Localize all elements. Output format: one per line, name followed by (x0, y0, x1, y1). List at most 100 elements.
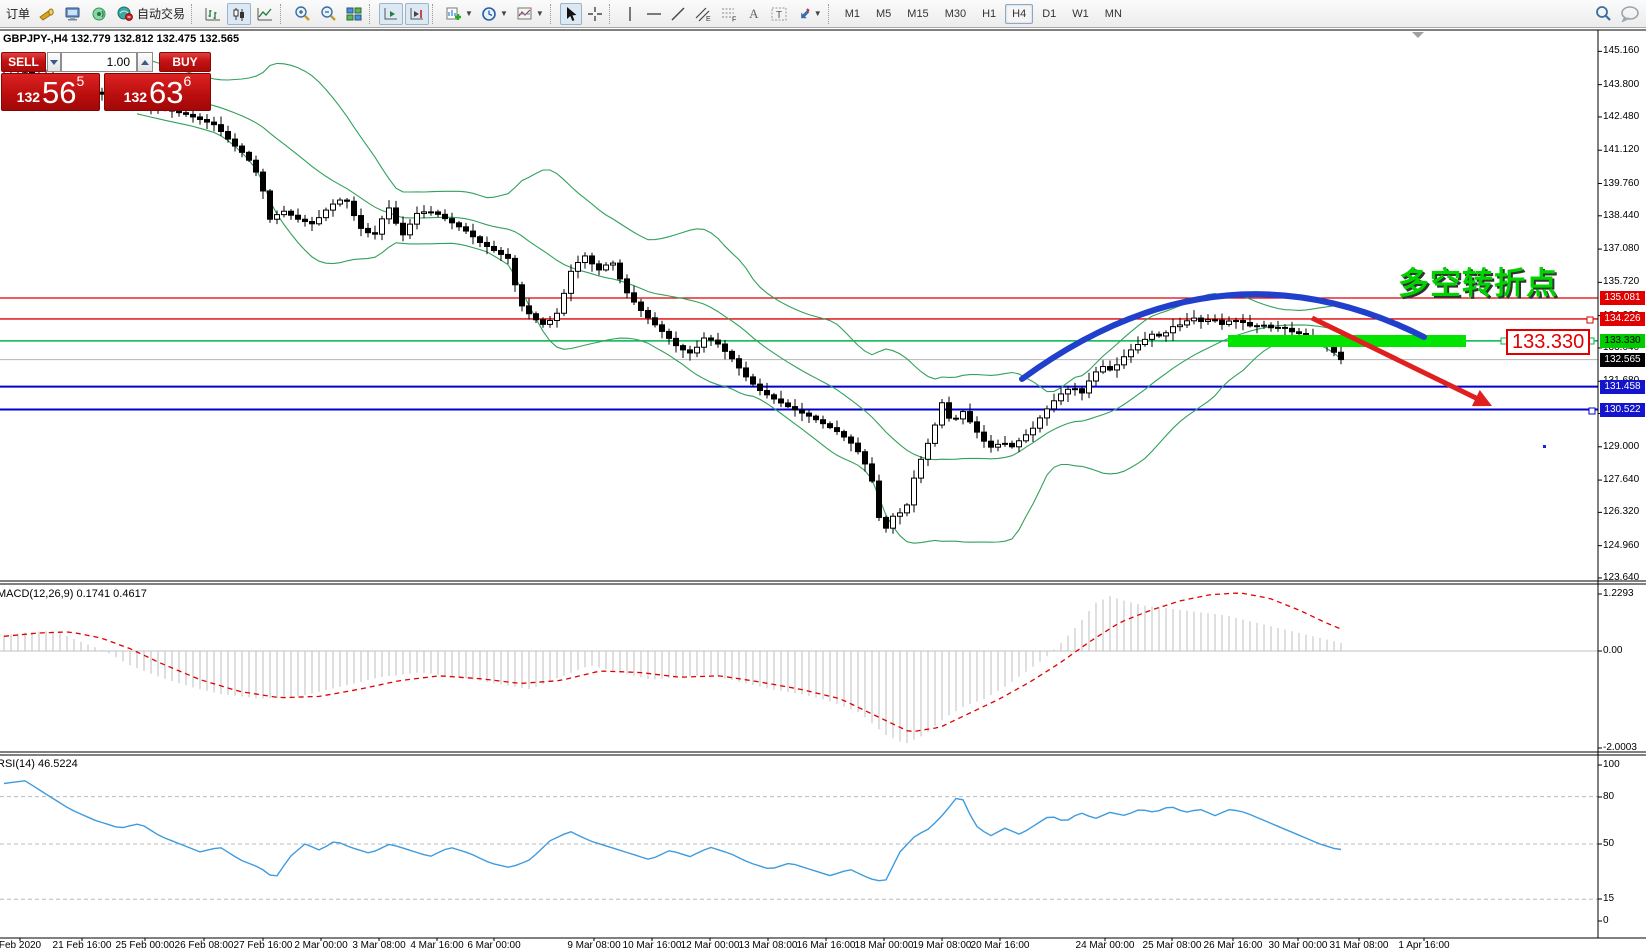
timeframe-h4-button[interactable]: H4 (1005, 4, 1033, 24)
templates-button[interactable]: ▼ (513, 3, 547, 25)
cursor-button[interactable] (560, 3, 582, 25)
time-tick-label: 16 Mar 16:00 (797, 940, 856, 951)
timeframe-w1-button[interactable]: W1 (1065, 4, 1096, 24)
rsi-tick-label: 80 (1603, 791, 1614, 802)
fibonacci-tool-button[interactable]: F (717, 3, 741, 25)
price-badge: 133.330 (1600, 334, 1645, 348)
dropdown-caret-icon: ▼ (536, 9, 544, 18)
crosshair-button[interactable] (584, 3, 606, 25)
horizontal-line-tool-button[interactable] (643, 3, 665, 25)
sell-button[interactable]: SELL (1, 52, 46, 72)
timeframe-d1-button[interactable]: D1 (1035, 4, 1063, 24)
chart-shift-button[interactable] (405, 3, 429, 25)
time-tick-label: 3 Mar 08:00 (352, 940, 405, 951)
time-tick-label: 24 Mar 00:00 (1076, 940, 1135, 951)
rsi-tick-label: 100 (1603, 759, 1620, 770)
volume-input[interactable] (61, 52, 137, 72)
timeframe-mn-button[interactable]: MN (1098, 4, 1129, 24)
mt4-window: 订单 自动交易 (0, 0, 1646, 950)
chevron-down-icon[interactable] (1412, 32, 1424, 38)
toolbar-separator (369, 4, 376, 24)
new-order-button[interactable]: 订单 (3, 3, 33, 25)
timeframe-h1-button[interactable]: H1 (975, 4, 1003, 24)
arrows-tool-button[interactable]: ▼ (793, 3, 825, 25)
timeframe-m1-button[interactable]: M1 (838, 4, 867, 24)
template-icon (516, 6, 534, 22)
dropdown-caret-icon: ▼ (465, 9, 473, 18)
time-tick-label: Feb 2020 (0, 940, 41, 951)
time-tick-label: 31 Mar 08:00 (1330, 940, 1389, 951)
price-badge: 131.458 (1600, 380, 1645, 394)
price-tag-label[interactable]: 133.330 (1506, 329, 1590, 355)
metaeditor-button[interactable] (61, 3, 85, 25)
chart-canvas[interactable] (0, 0, 1646, 950)
time-tick-label: 21 Feb 16:00 (53, 940, 112, 951)
timeframe-m30-button[interactable]: M30 (938, 4, 973, 24)
buy-price-button[interactable]: 132636 (104, 73, 211, 111)
toolbar-separator (280, 4, 287, 24)
svg-text:F: F (732, 16, 736, 22)
time-tick-label: 12 Mar 00:00 (681, 940, 740, 951)
periods-button[interactable]: ▼ (478, 3, 511, 25)
macd-indicator-label: MACD(12,26,9) 0.1741 0.4617 (0, 588, 147, 600)
volume-increase-button[interactable] (137, 52, 153, 72)
auto-trading-icon (116, 6, 134, 22)
fibonacci-icon: F (720, 6, 738, 22)
volume-decrease-button[interactable] (47, 52, 61, 72)
chat-button[interactable] (1617, 3, 1643, 25)
time-tick-label: 26 Mar 16:00 (1204, 940, 1263, 951)
sell-price-button[interactable]: 132565 (1, 73, 100, 111)
rsi-tick-label: 0 (1603, 915, 1609, 926)
time-tick-label: 4 Mar 16:00 (410, 940, 463, 951)
bar-chart-mode-button[interactable] (201, 3, 225, 25)
chart-shift-icon (408, 6, 426, 22)
clock-icon (481, 6, 498, 22)
price-tick-label: 142.480 (1603, 111, 1639, 122)
auto-scroll-button[interactable] (379, 3, 403, 25)
timeframe-m5-button[interactable]: M5 (869, 4, 898, 24)
auto-scroll-icon (382, 6, 400, 22)
trendline-tool-button[interactable] (667, 3, 689, 25)
time-tick-label: 25 Feb 00:00 (116, 940, 175, 951)
svg-text:E: E (706, 16, 711, 22)
macd-tick-label: 0.00 (1603, 645, 1622, 656)
auto-trading-button[interactable]: 自动交易 (113, 3, 188, 25)
candlestick-mode-button[interactable] (227, 3, 251, 25)
buy-price-big: 63 (149, 79, 183, 107)
bar-chart-icon (204, 6, 222, 22)
buy-button[interactable]: BUY (159, 52, 211, 72)
text-label-icon: T (770, 6, 788, 22)
price-tick-label: 126.320 (1603, 506, 1639, 517)
megaphone-button[interactable] (35, 3, 59, 25)
time-tick-label: 25 Mar 08:00 (1143, 940, 1202, 951)
timeframe-m15-button[interactable]: M15 (900, 4, 935, 24)
vertical-line-tool-button[interactable] (619, 3, 641, 25)
zoom-in-button[interactable] (290, 3, 314, 25)
signals-button[interactable] (87, 3, 111, 25)
text-label-tool-button[interactable]: T (767, 3, 791, 25)
zoom-out-button[interactable] (316, 3, 340, 25)
arrows-icon (796, 6, 812, 22)
price-badge: 132.565 (1600, 353, 1645, 367)
price-tick-label: 137.080 (1603, 243, 1639, 254)
toolbar-separator (432, 4, 439, 24)
new-chart-button[interactable]: ▼ (442, 3, 476, 25)
channel-tool-button[interactable]: E (691, 3, 715, 25)
search-button[interactable] (1591, 3, 1615, 25)
time-tick-label: 19 Mar 08:00 (913, 940, 972, 951)
buy-price-sup: 6 (184, 76, 192, 86)
svg-text:T: T (776, 10, 782, 21)
new-chart-icon (445, 6, 463, 22)
price-tick-label: 129.000 (1603, 441, 1639, 452)
rsi-tick-label: 15 (1603, 893, 1614, 904)
chart-annotation-text[interactable]: 多空转折点 (1398, 258, 1558, 303)
tile-windows-button[interactable] (342, 3, 366, 25)
line-chart-mode-button[interactable] (253, 3, 277, 25)
time-tick-label: 13 Mar 08:00 (739, 940, 798, 951)
vertical-line-icon (623, 6, 637, 22)
text-tool-button[interactable]: A (743, 3, 765, 25)
zoom-out-icon (319, 5, 337, 22)
crosshair-icon (587, 6, 603, 22)
tile-windows-icon (345, 6, 363, 22)
macd-tick-label: 1.2293 (1603, 588, 1634, 599)
